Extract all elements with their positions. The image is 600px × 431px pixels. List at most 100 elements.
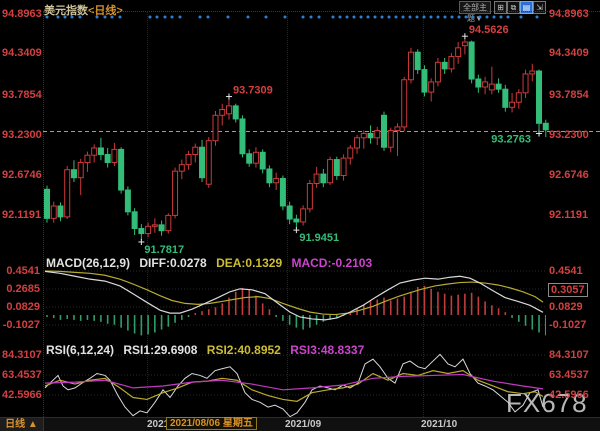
event-dot — [479, 16, 482, 19]
candle-body — [152, 225, 157, 226]
event-dot — [536, 16, 539, 19]
event-dot — [171, 16, 174, 19]
candle-body — [200, 147, 205, 177]
candle-body — [314, 174, 319, 183]
candle-body — [112, 149, 117, 162]
candle-body — [146, 226, 151, 233]
candle-body — [523, 74, 528, 93]
event-dot — [46, 16, 49, 19]
candle-body — [65, 170, 70, 217]
event-dot — [64, 16, 67, 19]
candle-body — [58, 206, 63, 217]
event-dot — [451, 16, 454, 19]
time-tick-sep: 2021/09 — [285, 419, 321, 430]
candle-body — [456, 48, 461, 57]
event-dot — [310, 16, 313, 19]
candle-body — [469, 42, 474, 79]
candle-body — [334, 160, 339, 176]
event-dot — [339, 16, 342, 19]
axis-tick-label: 0.0829 — [549, 302, 583, 313]
event-dot — [199, 16, 202, 19]
candle-body — [328, 160, 333, 183]
candle-body — [51, 206, 56, 218]
event-dot — [493, 16, 496, 19]
price-annotation: 94.5626 — [469, 24, 509, 36]
event-dot — [79, 16, 82, 19]
candle-body — [287, 206, 292, 219]
event-dot — [346, 16, 349, 19]
candle-body — [435, 62, 440, 82]
candle-body — [125, 190, 130, 212]
candle-body — [516, 93, 521, 102]
candle-body — [382, 115, 387, 147]
event-dot — [149, 16, 152, 19]
candle-body — [301, 209, 306, 222]
axis-tick-label: 94.3409 — [2, 48, 40, 59]
candle-body — [395, 127, 400, 131]
event-dot — [265, 16, 268, 19]
candle-body — [402, 80, 407, 127]
event-dot — [367, 16, 370, 19]
crosshair-date-label: 2021/08/06 星期五 — [166, 417, 257, 430]
event-dot — [416, 16, 419, 19]
candle-body — [368, 133, 373, 137]
event-dot — [520, 16, 523, 19]
axis-tick-label: 94.8963 — [2, 9, 40, 20]
event-dot — [388, 16, 391, 19]
event-dot — [156, 16, 159, 19]
axis-tick-label: 92.6746 — [2, 170, 40, 181]
event-dot — [395, 16, 398, 19]
macd-chart[interactable] — [43, 265, 546, 340]
event-dot — [119, 16, 122, 19]
candle-body — [139, 228, 144, 233]
event-dot — [71, 16, 74, 19]
time-tick-oct: 2021/10 — [421, 419, 457, 430]
axis-tick-label: 63.4537 — [549, 370, 589, 381]
event-dot — [465, 16, 468, 19]
axis-tick-label: 84.3107 — [2, 350, 40, 361]
candlestick-chart[interactable]: 91.781793.730991.945194.562693.2763 — [43, 9, 600, 255]
candle-body — [294, 219, 299, 222]
event-dot — [111, 16, 114, 19]
candle-body — [348, 148, 353, 158]
candle-body — [240, 119, 245, 154]
candle-body — [78, 162, 83, 177]
candle-body — [280, 178, 285, 206]
candle-body — [105, 154, 110, 162]
candle-body — [489, 84, 494, 90]
axis-tick-label: -0.1027 — [549, 320, 586, 331]
axis-tick-label: 93.2300 — [549, 130, 589, 141]
candle-body — [388, 131, 393, 148]
candle-body — [233, 106, 238, 119]
candle-body — [274, 178, 279, 182]
price-annotation: 91.9451 — [299, 232, 339, 244]
candle-body — [267, 169, 272, 183]
axis-tick-label: -0.1027 — [2, 320, 40, 331]
event-dot — [318, 16, 321, 19]
candle-body — [71, 170, 76, 178]
candle-body — [543, 123, 548, 130]
candle-body — [361, 133, 366, 137]
candle-body — [530, 71, 535, 74]
event-dot — [227, 16, 230, 19]
event-dot — [381, 16, 384, 19]
candle-body — [45, 189, 50, 218]
candle-body — [179, 165, 184, 172]
axis-tick-label: 93.7854 — [2, 90, 40, 101]
event-dot — [179, 16, 182, 19]
axis-tick-label: 42.5966 — [2, 390, 40, 401]
candle-body — [341, 158, 346, 175]
candle-body — [247, 154, 252, 163]
axis-tick-label: 94.8963 — [549, 9, 589, 20]
period-tab-daily[interactable]: 日线 ▲ — [0, 418, 44, 431]
candle-body — [119, 149, 124, 190]
candle-body — [510, 102, 515, 107]
candle-body — [213, 115, 218, 140]
event-dot — [353, 16, 356, 19]
axis-tick-label: 42.5966 — [549, 390, 589, 401]
candle-body — [476, 79, 481, 87]
candle-body — [173, 171, 178, 215]
rsi-chart[interactable] — [43, 350, 546, 418]
event-dot — [500, 16, 503, 19]
axis-tick-label: 94.3409 — [549, 48, 589, 59]
